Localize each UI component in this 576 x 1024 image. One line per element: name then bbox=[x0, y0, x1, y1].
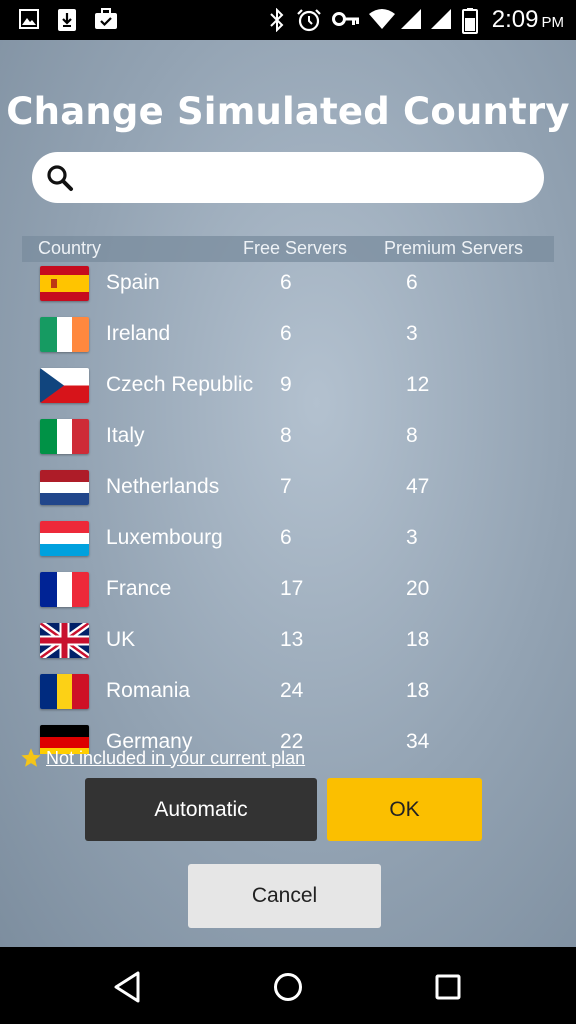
country-name: Romania bbox=[106, 679, 191, 702]
country-row-czech-republic[interactable]: Czech Republic 9 12 bbox=[0, 364, 576, 415]
search-icon bbox=[47, 165, 73, 191]
france-flag-icon bbox=[40, 572, 89, 607]
clock-time: 2:09 bbox=[491, 6, 539, 33]
bluetooth-icon bbox=[270, 8, 284, 32]
country-name: Italy bbox=[106, 424, 145, 447]
country-name: Spain bbox=[106, 271, 160, 294]
luxembourg-flag-icon bbox=[40, 521, 89, 556]
signal-icon bbox=[431, 9, 451, 29]
premium-servers-count: 47 bbox=[406, 475, 430, 498]
premium-servers-count: 3 bbox=[406, 526, 418, 549]
premium-servers-count: 18 bbox=[406, 679, 430, 702]
column-header-free-servers: Free Servers bbox=[243, 238, 348, 258]
premium-servers-count: 18 bbox=[406, 628, 430, 651]
free-servers-count: 13 bbox=[280, 628, 304, 651]
free-servers-count: 9 bbox=[280, 373, 292, 396]
country-list[interactable]: Spain 6 6 Ireland 6 3 Czech Republic 9 1 bbox=[0, 262, 576, 754]
premium-servers-count: 20 bbox=[406, 577, 430, 600]
clock: 2:09 PM bbox=[492, 6, 564, 34]
ok-button[interactable]: OK bbox=[327, 778, 482, 841]
free-servers-count: 8 bbox=[280, 424, 292, 447]
vpn-key-icon bbox=[332, 12, 359, 26]
column-header-premium-servers: Premium Servers bbox=[384, 238, 524, 258]
alarm-icon bbox=[297, 9, 321, 32]
table-header: Country Free Servers Premium Servers bbox=[22, 236, 554, 262]
wifi-icon bbox=[369, 9, 395, 29]
free-servers-count: 24 bbox=[280, 679, 304, 702]
country-row-romania[interactable]: Romania 24 18 bbox=[0, 670, 576, 721]
free-servers-count: 6 bbox=[280, 271, 292, 294]
plan-note[interactable]: Not included in your current plan bbox=[20, 746, 305, 770]
plan-note-link[interactable]: Not included in your current plan bbox=[46, 748, 305, 769]
uk-flag-icon bbox=[40, 623, 89, 658]
back-icon[interactable] bbox=[108, 967, 148, 1007]
premium-servers-count: 3 bbox=[406, 322, 418, 345]
country-row-uk[interactable]: UK 13 18 bbox=[0, 619, 576, 670]
search-input[interactable] bbox=[88, 160, 528, 195]
country-row-netherlands[interactable]: Netherlands 7 47 bbox=[0, 466, 576, 517]
premium-servers-count: 12 bbox=[406, 373, 430, 396]
recents-icon[interactable] bbox=[428, 967, 468, 1007]
clock-ampm: PM bbox=[541, 14, 565, 31]
home-icon[interactable] bbox=[268, 967, 308, 1007]
image-icon bbox=[19, 9, 39, 29]
automatic-button[interactable]: Automatic bbox=[85, 778, 317, 841]
ireland-flag-icon bbox=[40, 317, 89, 352]
country-name: Netherlands bbox=[106, 475, 220, 498]
country-row-luxembourg[interactable]: Luxembourg 6 3 bbox=[0, 517, 576, 568]
country-row-ireland[interactable]: Ireland 6 3 bbox=[0, 313, 576, 364]
free-servers-count: 17 bbox=[280, 577, 304, 600]
free-servers-count: 6 bbox=[280, 322, 292, 345]
country-row-italy[interactable]: Italy 8 8 bbox=[0, 415, 576, 466]
download-icon bbox=[58, 9, 76, 31]
country-name: Luxembourg bbox=[106, 526, 223, 549]
battery-icon bbox=[462, 8, 478, 34]
country-row-spain[interactable]: Spain 6 6 bbox=[0, 262, 576, 313]
romania-flag-icon bbox=[40, 674, 89, 709]
netherlands-flag-icon bbox=[40, 470, 89, 505]
star-icon bbox=[21, 748, 41, 767]
cancel-button[interactable]: Cancel bbox=[188, 864, 381, 928]
signal-icon bbox=[401, 9, 421, 29]
change-country-dialog: Change Simulated Country Country Free Se… bbox=[0, 40, 576, 947]
country-name: France bbox=[106, 577, 172, 600]
free-servers-count: 7 bbox=[280, 475, 292, 498]
navigation-bar bbox=[0, 947, 576, 1024]
free-servers-count: 6 bbox=[280, 526, 292, 549]
country-name: Czech Republic bbox=[106, 373, 254, 396]
briefcase-icon bbox=[95, 8, 117, 29]
column-header-country: Country bbox=[38, 238, 102, 258]
country-name: Ireland bbox=[106, 322, 171, 345]
premium-servers-count: 6 bbox=[406, 271, 418, 294]
italy-flag-icon bbox=[40, 419, 89, 454]
country-row-france[interactable]: France 17 20 bbox=[0, 568, 576, 619]
spain-flag-icon bbox=[40, 266, 89, 301]
dialog-title: Change Simulated Country bbox=[6, 90, 570, 133]
premium-servers-count: 8 bbox=[406, 424, 418, 447]
status-bar: 2:09 PM bbox=[0, 0, 576, 40]
premium-servers-count: 34 bbox=[406, 730, 430, 753]
country-name: UK bbox=[106, 628, 136, 651]
search-box[interactable] bbox=[32, 152, 544, 203]
czech-flag-icon bbox=[40, 368, 89, 403]
